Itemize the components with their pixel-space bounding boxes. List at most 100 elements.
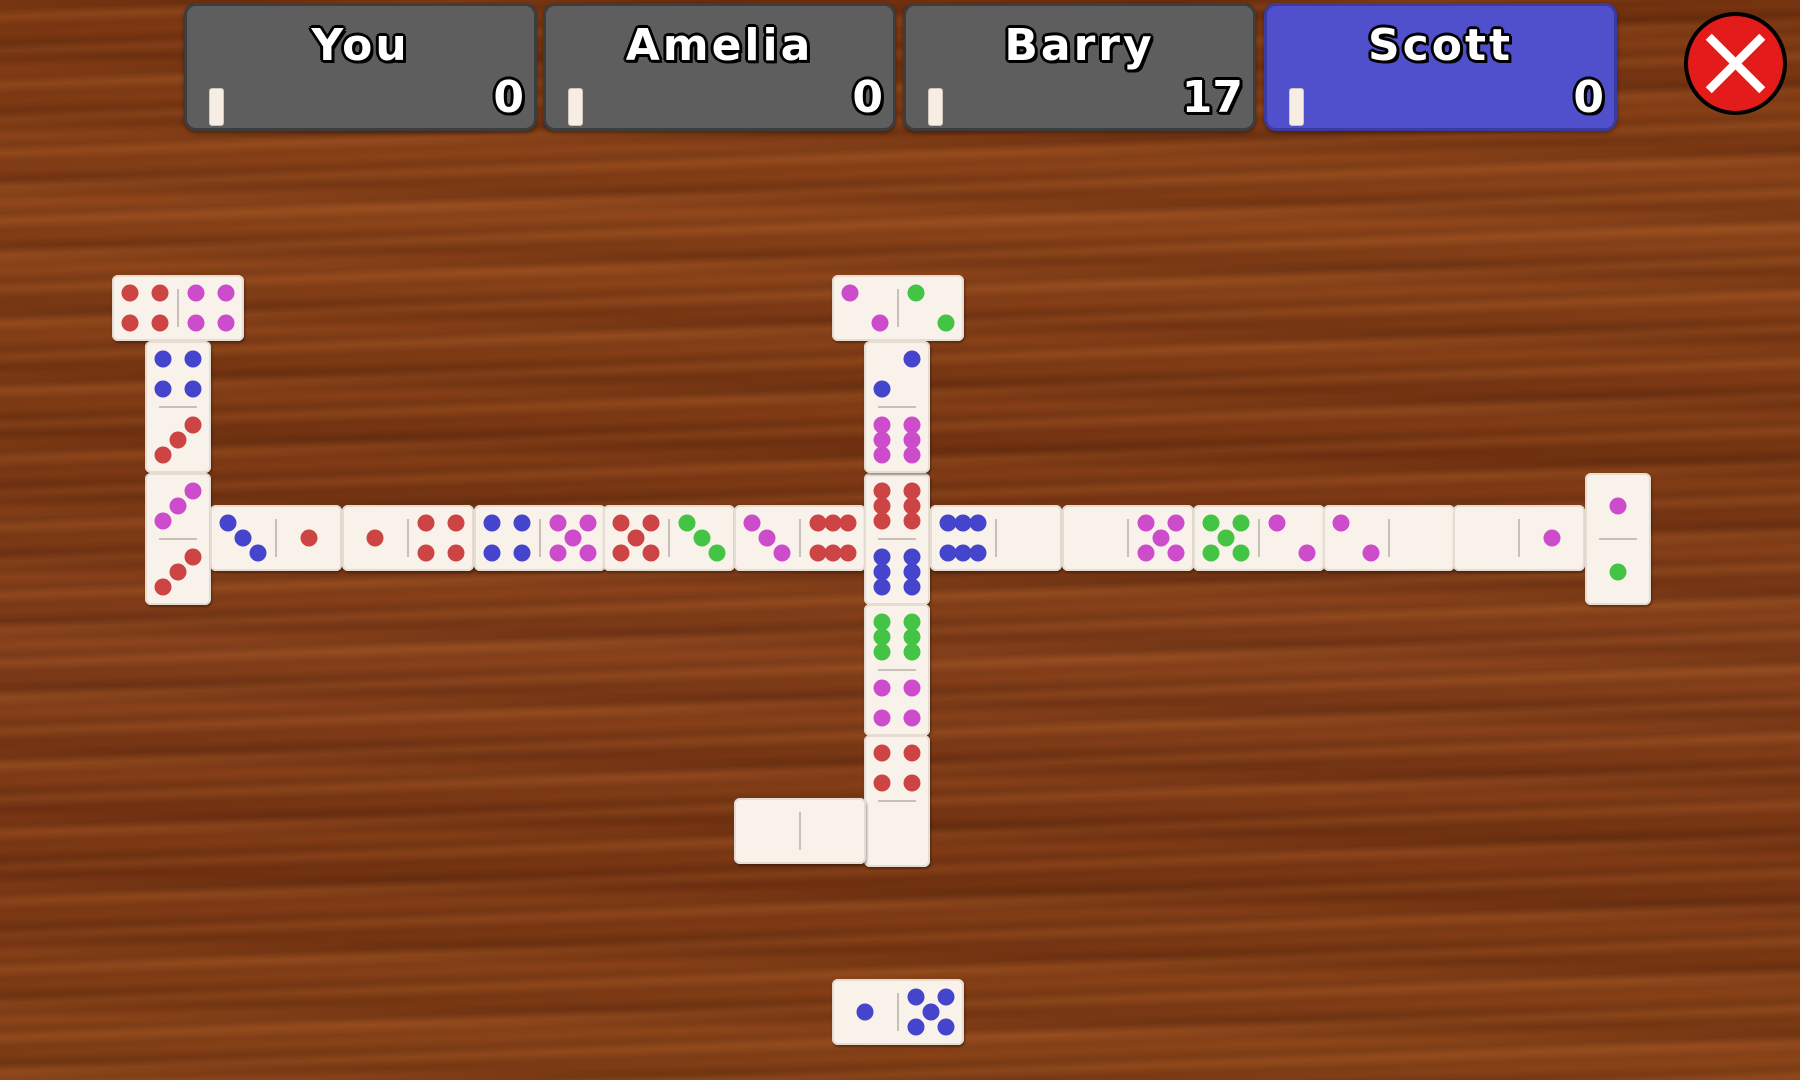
domino-divider [995, 519, 997, 557]
domino-divider [897, 993, 899, 1031]
pip [217, 314, 235, 332]
domino-half-1 [342, 505, 408, 571]
domino-left-vertical-1 [145, 341, 211, 473]
pip [903, 643, 921, 661]
domino-divider [668, 519, 670, 557]
player-panel-amelia: Amelia 0 [543, 3, 896, 131]
pip [1298, 544, 1316, 562]
pip [907, 284, 925, 302]
tile-count-icon [928, 88, 943, 126]
pip [1202, 514, 1220, 532]
pip [169, 497, 187, 515]
pip [154, 512, 172, 530]
pip [121, 284, 139, 302]
close-x-icon [1705, 33, 1766, 94]
pip [903, 679, 921, 697]
pip [907, 1018, 925, 1036]
pip [169, 563, 187, 581]
pip [907, 988, 925, 1006]
domino-row-1 [210, 505, 342, 571]
domino-half-4 [864, 670, 930, 736]
domino-divider [1127, 519, 1129, 557]
domino-down-vertical-1 [864, 604, 930, 736]
pip [151, 314, 169, 332]
pip [612, 544, 630, 562]
tile-count-icon [209, 88, 224, 126]
player-name: You [311, 20, 410, 71]
pip [758, 529, 776, 547]
pip [549, 514, 567, 532]
pip [513, 544, 531, 562]
pip [483, 544, 501, 562]
domino-half-5 [603, 505, 669, 571]
pip [121, 314, 139, 332]
pip [839, 514, 857, 532]
pip [151, 284, 169, 302]
player-score: 0 [852, 72, 883, 123]
pip [873, 709, 891, 727]
domino-divider [177, 289, 179, 327]
pip [642, 544, 660, 562]
pip [1137, 514, 1155, 532]
pip [154, 350, 172, 368]
pip [873, 774, 891, 792]
domino-divider [1518, 519, 1520, 557]
pip [873, 446, 891, 464]
pip [693, 529, 711, 547]
pip [1362, 544, 1380, 562]
domino-row-2 [342, 505, 474, 571]
domino-half-1 [832, 979, 898, 1045]
pip [513, 514, 531, 532]
domino-divider [878, 800, 916, 802]
domino-half-0 [1389, 505, 1455, 571]
domino-row-10 [1453, 505, 1585, 571]
pip [873, 679, 891, 697]
domino-bottom-horizontal [734, 798, 866, 864]
domino-half-1 [1585, 539, 1651, 605]
pip [219, 514, 237, 532]
pip [873, 578, 891, 596]
pip [249, 544, 267, 562]
player-score: 0 [493, 72, 524, 123]
domino-half-3 [145, 473, 211, 539]
domino-half-4 [408, 505, 474, 571]
domino-half-6 [864, 473, 930, 539]
pip [564, 529, 582, 547]
player-name: Barry [1004, 20, 1155, 71]
domino-half-5 [1128, 505, 1194, 571]
pip [903, 446, 921, 464]
domino-spinner [864, 473, 930, 605]
domino-down-vertical-2 [864, 735, 930, 867]
pip [1152, 529, 1170, 547]
domino-half-0 [996, 505, 1062, 571]
pip [969, 514, 987, 532]
pip [184, 548, 202, 566]
domino-half-0 [864, 801, 930, 867]
pip [217, 284, 235, 302]
domino-divider [275, 519, 277, 557]
domino-row-6 [930, 505, 1062, 571]
pip [447, 544, 465, 562]
pip [169, 431, 187, 449]
pip [1609, 563, 1627, 581]
pip [969, 544, 987, 562]
domino-hand-tile-1[interactable] [832, 979, 964, 1045]
domino-left-vertical-2 [145, 473, 211, 605]
domino-divider [539, 519, 541, 557]
pip [839, 544, 857, 562]
pip [1167, 514, 1185, 532]
domino-divider [878, 406, 916, 408]
close-button[interactable] [1684, 12, 1787, 115]
domino-half-1 [276, 505, 342, 571]
player-score: 0 [1573, 72, 1604, 123]
domino-row-7 [1062, 505, 1194, 571]
domino-half-4 [112, 275, 178, 341]
domino-half-1 [1519, 505, 1585, 571]
pip [1332, 514, 1350, 532]
pip [873, 744, 891, 762]
domino-top-horizontal [832, 275, 964, 341]
pip [1232, 544, 1250, 562]
pip [903, 744, 921, 762]
domino-divider [799, 519, 801, 557]
domino-row-8 [1193, 505, 1325, 571]
